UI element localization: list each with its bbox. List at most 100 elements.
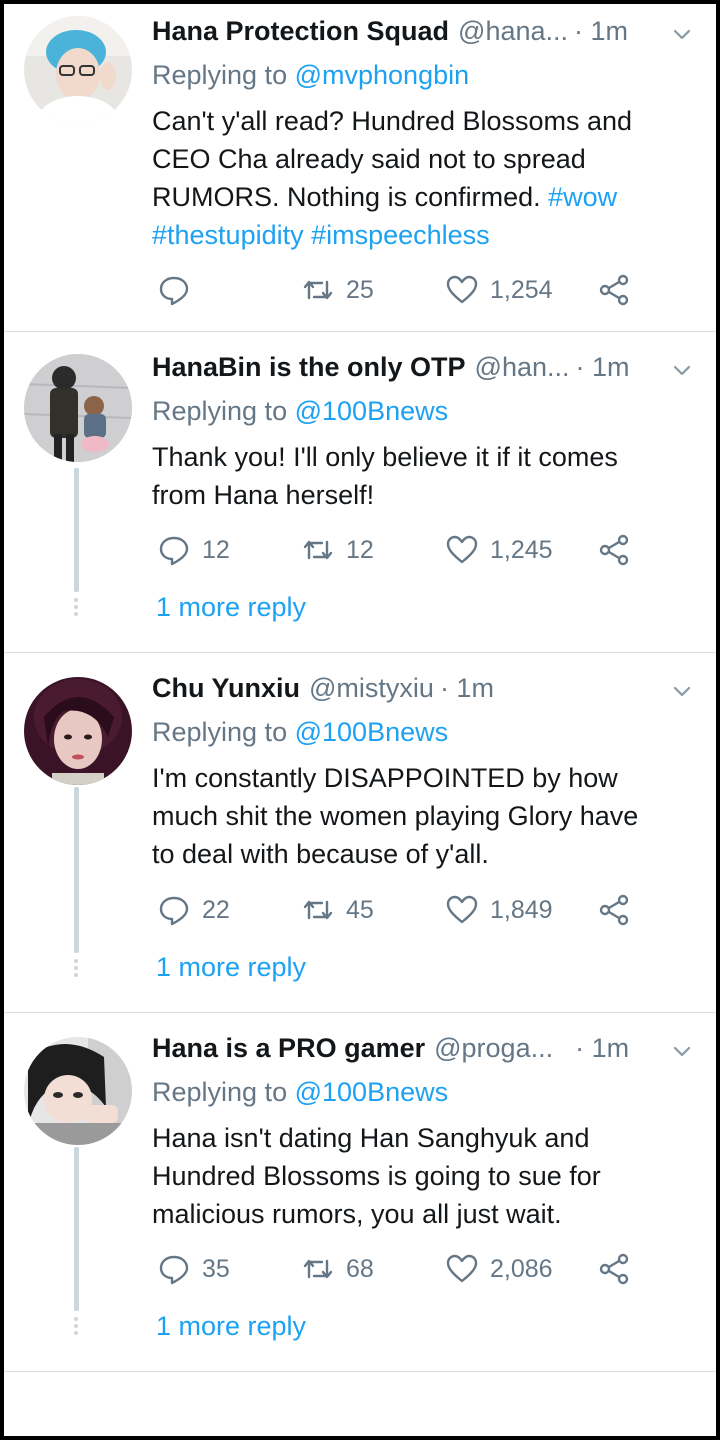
timestamp[interactable]: · 1m bbox=[574, 16, 628, 47]
display-name[interactable]: HanaBin is the only OTP bbox=[152, 352, 466, 383]
replying-to-mention[interactable]: @mvphongbin bbox=[295, 60, 470, 90]
like-count: 1,245 bbox=[490, 535, 553, 564]
reply-button[interactable]: 22 bbox=[158, 892, 230, 928]
retweet-button[interactable]: 45 bbox=[302, 892, 374, 928]
avatar[interactable] bbox=[24, 16, 132, 124]
reply-icon bbox=[159, 1255, 189, 1285]
more-replies-link[interactable]: 1 more reply bbox=[156, 592, 306, 623]
display-name[interactable]: Chu Yunxiu bbox=[152, 673, 300, 704]
text-span: malicious rumors, you all just wait. bbox=[152, 1199, 562, 1229]
tweet[interactable]: HanaBin is the only OTP @han... · 1m Rep… bbox=[4, 332, 716, 653]
share-button[interactable] bbox=[598, 1251, 642, 1287]
reply-button[interactable]: 35 bbox=[158, 1251, 230, 1287]
replying-to-mention[interactable]: @100Bnews bbox=[295, 396, 449, 426]
reply-button[interactable] bbox=[158, 272, 202, 308]
username[interactable]: @han... bbox=[475, 352, 570, 383]
action-bar: 25 1,254 bbox=[152, 272, 632, 308]
replying-to-mention[interactable]: @100Bnews bbox=[295, 717, 449, 747]
timestamp[interactable]: · 1m bbox=[576, 352, 630, 383]
timestamp[interactable]: · 1m bbox=[575, 1033, 629, 1064]
username[interactable]: @mistyxiu bbox=[309, 673, 434, 704]
share-icon bbox=[599, 1253, 629, 1285]
replying-to-label: Replying to bbox=[152, 396, 288, 426]
hashtag[interactable]: #wow bbox=[548, 182, 617, 212]
like-count: 2,086 bbox=[490, 1254, 553, 1283]
tweet-text-line: from Hana herself! bbox=[152, 476, 696, 514]
reply-icon bbox=[159, 536, 189, 566]
retweet-count: 12 bbox=[346, 535, 374, 564]
tweet[interactable]: Hana is a PRO gamer @proga... · 1m Reply… bbox=[4, 1013, 716, 1372]
like-button[interactable]: 1,849 bbox=[446, 892, 553, 928]
tweet[interactable]: Chu Yunxiu @mistyxiu · 1m Replying to @1… bbox=[4, 653, 716, 1013]
retweet-icon bbox=[303, 1259, 333, 1279]
tweet-text-line: Hana isn't dating Han Sanghyuk and bbox=[152, 1119, 696, 1157]
replying-to-label: Replying to bbox=[152, 60, 288, 90]
retweet-count: 25 bbox=[346, 275, 374, 304]
reply-count: 35 bbox=[202, 1254, 230, 1283]
replying-to: Replying to @100Bnews bbox=[152, 717, 448, 748]
reply-button[interactable]: 12 bbox=[158, 532, 230, 568]
replying-to-label: Replying to bbox=[152, 1077, 288, 1107]
username[interactable]: @hana... bbox=[458, 16, 568, 47]
hashtag[interactable]: #thestupidity #imspeechless bbox=[152, 220, 490, 250]
tweet-text: I'm constantly DISAPPOINTED by how much … bbox=[152, 759, 696, 873]
avatar[interactable] bbox=[24, 1037, 132, 1145]
text-span: RUMORS. Nothing is confirmed. bbox=[152, 182, 549, 212]
tweet[interactable]: Hana Protection Squad @hana... · 1m Repl… bbox=[4, 0, 716, 332]
retweet-button[interactable]: 12 bbox=[302, 532, 374, 568]
tweet-text-line: to deal with because of y'all. bbox=[152, 835, 696, 873]
replying-to: Replying to @100Bnews bbox=[152, 1077, 448, 1108]
more-replies-link[interactable]: 1 more reply bbox=[156, 1311, 306, 1342]
heart-icon bbox=[446, 535, 478, 564]
more-replies-link[interactable]: 1 more reply bbox=[156, 952, 306, 983]
reply-count: 22 bbox=[202, 895, 230, 924]
share-button[interactable] bbox=[598, 892, 642, 928]
action-bar: 35 68 2,086 bbox=[152, 1251, 632, 1287]
text-span: from Hana herself! bbox=[152, 480, 375, 510]
username[interactable]: @proga... bbox=[434, 1033, 553, 1064]
tweet-text: Thank you! I'll only believe it if it co… bbox=[152, 438, 696, 514]
replying-to: Replying to @100Bnews bbox=[152, 396, 448, 427]
chevron-down-icon[interactable] bbox=[672, 360, 692, 380]
tweet-text-line: malicious rumors, you all just wait. bbox=[152, 1195, 696, 1233]
action-bar: 22 45 1,849 bbox=[152, 892, 632, 928]
thread-line bbox=[74, 787, 79, 953]
share-button[interactable] bbox=[598, 272, 642, 308]
tweet-text: Hana isn't dating Han Sanghyuk and Hundr… bbox=[152, 1119, 696, 1233]
tweet-header: Chu Yunxiu @mistyxiu · 1m bbox=[152, 673, 696, 709]
tweet-text-line: Can't y'all read? Hundred Blossoms and bbox=[152, 102, 696, 140]
like-button[interactable]: 1,245 bbox=[446, 532, 553, 568]
retweet-button[interactable]: 68 bbox=[302, 1251, 374, 1287]
chevron-down-icon[interactable] bbox=[672, 681, 692, 701]
display-name[interactable]: Hana Protection Squad bbox=[152, 16, 449, 47]
thread-dots bbox=[73, 598, 80, 619]
avatar[interactable] bbox=[24, 354, 132, 462]
tweet-header: HanaBin is the only OTP @han... · 1m bbox=[152, 352, 696, 388]
tweet-text-line: RUMORS. Nothing is confirmed. #wow bbox=[152, 178, 696, 216]
thread-line bbox=[74, 1147, 79, 1311]
retweet-icon bbox=[303, 900, 333, 920]
avatar[interactable] bbox=[24, 677, 132, 785]
like-button[interactable]: 2,086 bbox=[446, 1251, 553, 1287]
share-button[interactable] bbox=[598, 532, 642, 568]
heart-icon bbox=[446, 1254, 478, 1283]
like-button[interactable]: 1,254 bbox=[446, 272, 553, 308]
text-span: much shit the women playing Glory have bbox=[152, 801, 639, 831]
reply-icon bbox=[159, 896, 189, 926]
timestamp[interactable]: · 1m bbox=[440, 673, 494, 704]
replying-to-mention[interactable]: @100Bnews bbox=[295, 1077, 449, 1107]
text-span: I'm constantly DISAPPOINTED by how bbox=[152, 763, 618, 793]
tweet-text: Can't y'all read? Hundred Blossoms and C… bbox=[152, 102, 696, 254]
like-count: 1,849 bbox=[490, 895, 553, 924]
text-span: Hundred Blossoms is going to sue for bbox=[152, 1161, 601, 1191]
share-icon bbox=[599, 894, 629, 926]
replying-to: Replying to @mvphongbin bbox=[152, 60, 469, 91]
chevron-down-icon[interactable] bbox=[672, 1041, 692, 1061]
text-span: to deal with because of y'all. bbox=[152, 839, 489, 869]
share-icon bbox=[599, 534, 629, 566]
retweet-button[interactable]: 25 bbox=[302, 272, 374, 308]
tweet-text-line: Thank you! I'll only believe it if it co… bbox=[152, 438, 696, 476]
chevron-down-icon[interactable] bbox=[672, 24, 692, 44]
display-name[interactable]: Hana is a PRO gamer bbox=[152, 1033, 425, 1064]
action-bar: 12 12 1,245 bbox=[152, 532, 632, 568]
